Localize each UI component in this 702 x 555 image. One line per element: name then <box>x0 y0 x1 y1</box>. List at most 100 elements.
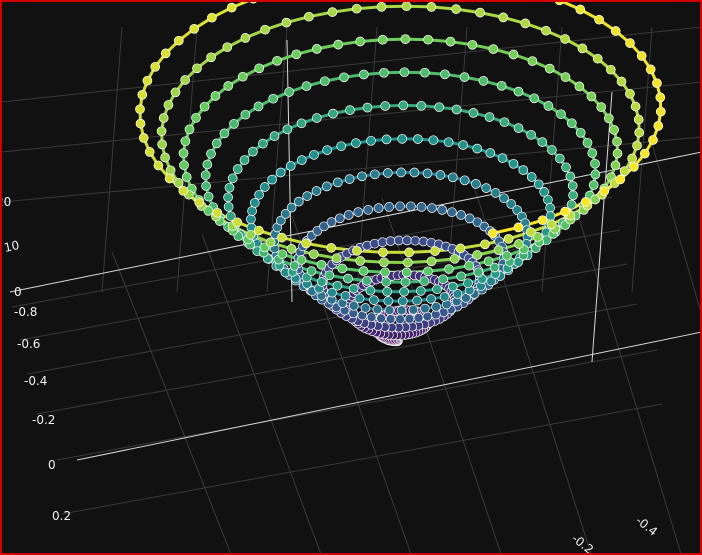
spiral-marker[interactable] <box>291 49 302 60</box>
spiral-marker[interactable] <box>633 114 644 125</box>
spiral-marker[interactable] <box>409 167 420 178</box>
spiral-marker[interactable] <box>232 164 243 174</box>
spiral-marker[interactable] <box>180 136 191 147</box>
spiral-marker[interactable] <box>354 293 365 304</box>
scatter3d-chart[interactable]: -0.8 -0.6 -0.4 -0.2 0 0.2 -0.4 -0.2 0 10… <box>2 2 702 555</box>
spiral-marker[interactable] <box>201 181 211 191</box>
spiral-marker[interactable] <box>610 26 621 36</box>
spiral-marker[interactable] <box>612 136 622 147</box>
spiral-marker[interactable] <box>485 148 496 158</box>
spiral-marker[interactable] <box>301 238 311 249</box>
spiral-marker[interactable] <box>249 197 260 208</box>
spiral-marker[interactable] <box>286 244 297 254</box>
spiral-marker[interactable] <box>382 168 393 178</box>
spiral-marker[interactable] <box>316 259 327 270</box>
spiral-marker[interactable] <box>240 109 251 120</box>
spiral-marker[interactable] <box>178 148 189 159</box>
spiral-marker[interactable] <box>560 34 570 44</box>
spiral-marker[interactable] <box>438 274 448 285</box>
spiral-marker[interactable] <box>426 294 436 304</box>
spiral-marker[interactable] <box>566 118 577 129</box>
spiral-marker[interactable] <box>440 69 450 80</box>
spiral-marker[interactable] <box>586 91 597 102</box>
spiral-marker[interactable] <box>396 167 406 178</box>
spiral-marker[interactable] <box>456 210 466 220</box>
spiral-marker[interactable] <box>296 255 307 265</box>
spiral-marker[interactable] <box>358 266 369 276</box>
spiral-marker[interactable] <box>464 260 475 271</box>
spiral-marker[interactable] <box>369 295 379 305</box>
spiral-marker[interactable] <box>203 191 214 202</box>
spiral-marker[interactable] <box>296 118 307 129</box>
spiral-marker[interactable] <box>301 81 312 91</box>
spiral-marker[interactable] <box>561 162 571 173</box>
spiral-marker[interactable] <box>603 113 614 124</box>
spiral-marker[interactable] <box>327 7 338 17</box>
spiral-marker[interactable] <box>627 153 637 164</box>
spiral-marker[interactable] <box>165 165 176 176</box>
spiral-marker[interactable] <box>326 242 337 253</box>
spiral-marker[interactable] <box>311 186 322 196</box>
spiral-marker[interactable] <box>345 105 355 115</box>
spiral-marker[interactable] <box>265 237 276 248</box>
spiral-marker[interactable] <box>135 118 146 129</box>
spiral-marker[interactable] <box>416 202 427 212</box>
spiral-marker[interactable] <box>353 207 364 217</box>
spiral-marker[interactable] <box>653 121 664 131</box>
spiral-marker[interactable] <box>471 179 481 189</box>
spiral-marker[interactable] <box>518 165 529 175</box>
spiral-marker[interactable] <box>380 101 391 111</box>
spiral-marker[interactable] <box>625 88 635 99</box>
spiral-marker[interactable] <box>399 286 409 297</box>
spiral-marker[interactable] <box>480 239 490 250</box>
spiral-marker[interactable] <box>639 148 650 159</box>
spiral-marker[interactable] <box>405 201 416 212</box>
spiral-marker[interactable] <box>366 312 377 323</box>
spiral-marker[interactable] <box>616 76 627 87</box>
spiral-marker[interactable] <box>423 266 433 277</box>
spiral-marker[interactable] <box>192 63 202 74</box>
spiral-marker[interactable] <box>605 64 616 75</box>
spiral-marker[interactable] <box>415 286 426 296</box>
spiral-marker[interactable] <box>401 267 412 278</box>
spiral-marker[interactable] <box>333 39 344 50</box>
spiral-marker[interactable] <box>337 263 348 274</box>
spiral-marker[interactable] <box>308 249 319 260</box>
spiral-marker[interactable] <box>412 295 422 306</box>
spiral-marker[interactable] <box>467 39 478 50</box>
spiral-marker[interactable] <box>400 34 411 44</box>
spiral-marker[interactable] <box>316 277 327 287</box>
spiral-marker[interactable] <box>352 245 362 256</box>
spiral-marker[interactable] <box>634 127 645 138</box>
spiral-marker[interactable] <box>447 207 457 218</box>
spiral-marker[interactable] <box>311 44 322 54</box>
spiral-marker[interactable] <box>397 296 408 307</box>
spiral-marker[interactable] <box>449 253 460 264</box>
spiral-marker[interactable] <box>451 104 462 115</box>
spiral-marker[interactable] <box>636 51 647 61</box>
spiral-marker[interactable] <box>372 304 383 315</box>
spiral-marker[interactable] <box>360 303 371 313</box>
spiral-marker[interactable] <box>222 42 233 53</box>
spiral-marker[interactable] <box>328 108 338 119</box>
spiral-marker[interactable] <box>163 100 174 110</box>
spiral-marker[interactable] <box>403 257 413 268</box>
spiral-marker[interactable] <box>135 104 145 115</box>
spiral-marker[interactable] <box>592 53 603 64</box>
spiral-marker[interactable] <box>420 303 430 314</box>
spiral-marker[interactable] <box>357 171 367 182</box>
spiral-marker[interactable] <box>336 141 347 152</box>
spiral-marker[interactable] <box>351 3 362 14</box>
spiral-series[interactable] <box>135 2 666 347</box>
spiral-marker[interactable] <box>487 228 498 239</box>
spiral-marker[interactable] <box>554 2 565 6</box>
spiral-marker[interactable] <box>306 266 317 276</box>
spiral-marker[interactable] <box>396 305 407 316</box>
spiral-marker[interactable] <box>277 249 288 260</box>
spiral-marker[interactable] <box>348 283 359 294</box>
spiral-marker[interactable] <box>575 4 586 15</box>
spiral-marker[interactable] <box>178 185 189 196</box>
spiral-marker[interactable] <box>164 173 175 184</box>
spiral-marker[interactable] <box>419 67 430 78</box>
spiral-marker[interactable] <box>239 155 250 165</box>
